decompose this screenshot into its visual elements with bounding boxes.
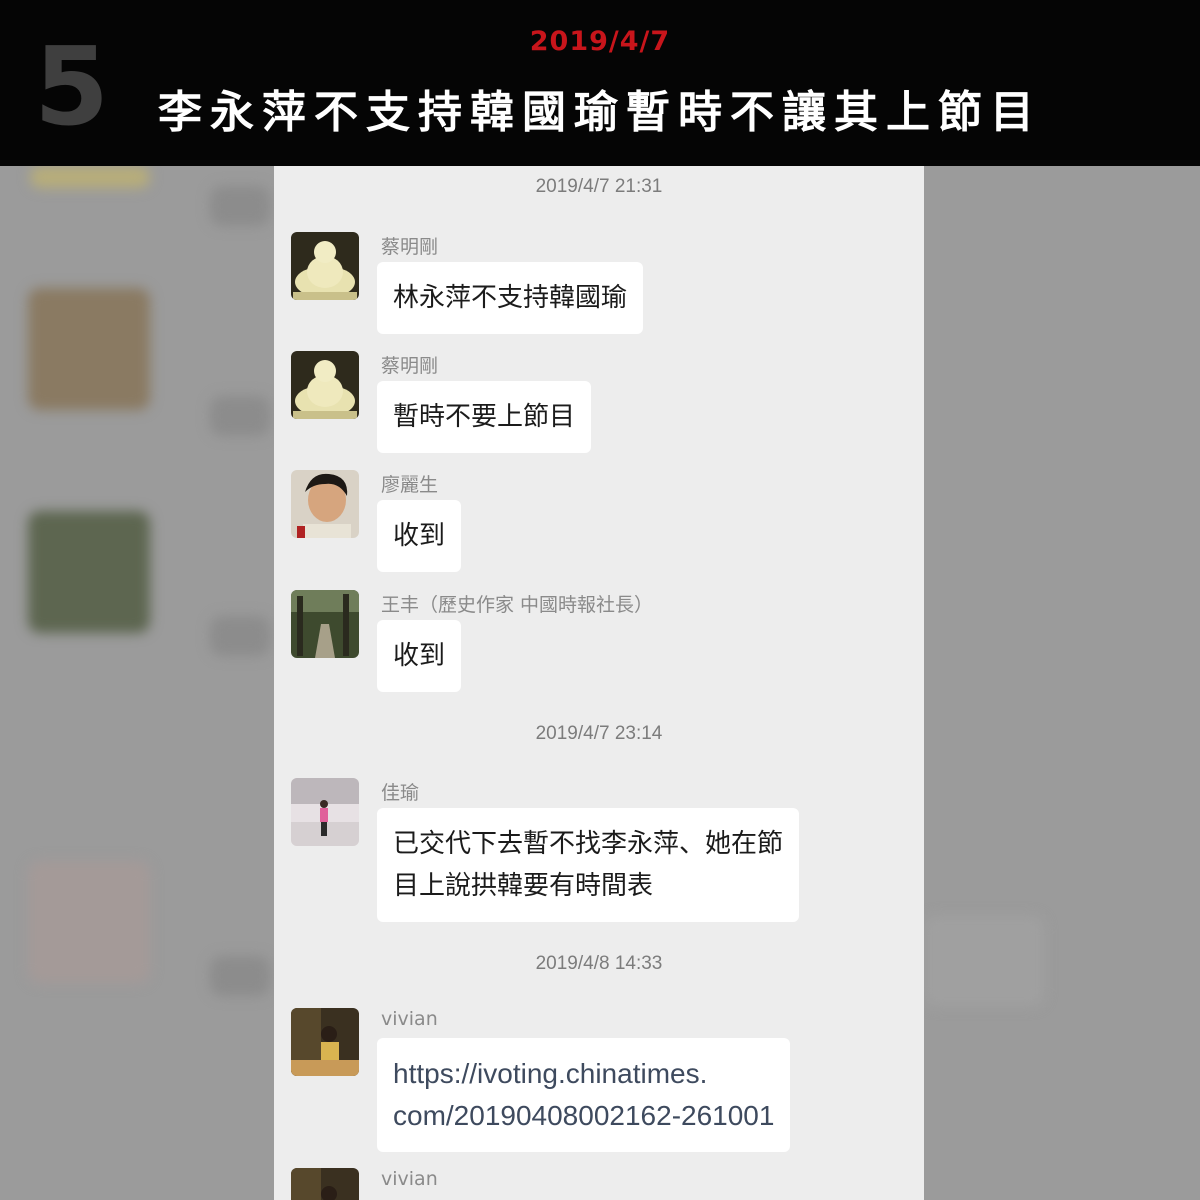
buddha-statue-avatar[interactable] [291,232,359,300]
sender-name: vivian [381,1168,438,1190]
link-url-line: com/20190408002162-261001 [393,1100,775,1131]
headline-date: 2019/4/7 [529,26,671,57]
sender-name: 王丰（歷史作家 中國時報社長） [381,594,654,616]
chat-timestamp: 2019/4/7 21:31 [535,176,663,197]
link-message-bubble[interactable]: https://ivoting.chinatimes. com/20190408… [377,1038,791,1152]
chat-screenshot: 2019/4/7 21:31 蔡明剛 林永萍不支持韓國瑜 蔡明剛 暫時不要上節目… [274,166,924,1200]
sender-name: 蔡明剛 [381,236,439,258]
message-bubble[interactable]: 收到 [377,500,462,572]
sender-name: 佳瑜 [381,782,420,804]
sender-name: 廖麗生 [381,474,439,496]
message-line: 目上說拱韓要有時間表 [393,871,654,901]
headline-title: 李永萍不支持韓國瑜暫時不讓其上節目 [158,87,1042,138]
chat-timestamp: 2019/4/8 14:33 [535,953,663,974]
forest-path-avatar[interactable] [291,590,359,658]
person-standing-avatar[interactable] [291,778,359,846]
buddha-statue-avatar[interactable] [291,351,359,419]
message-bubble[interactable]: 收到 [377,620,462,692]
message-bubble[interactable]: 林永萍不支持韓國瑜 [377,262,644,334]
chat-timestamp: 2019/4/7 23:14 [535,723,663,744]
blurred-background-left [0,166,274,1200]
woman-desk-avatar[interactable] [291,1168,359,1200]
message-bubble[interactable]: 已交代下去暫不找李永萍、她在節 目上說拱韓要有時間表 [377,808,800,922]
message-bubble[interactable]: 暫時不要上節目 [377,381,592,453]
sender-name: vivian [381,1008,438,1030]
sender-name: 蔡明剛 [381,355,439,377]
link-url-line: https://ivoting.chinatimes. [393,1058,708,1089]
message-line: 已交代下去暫不找李永萍、她在節 [393,829,784,859]
blurred-background-right [924,166,1200,1200]
header-banner: 5 2019/4/7 李永萍不支持韓國瑜暫時不讓其上節目 [0,0,1200,166]
person-photo-avatar[interactable] [291,470,359,538]
woman-desk-avatar[interactable] [291,1008,359,1076]
